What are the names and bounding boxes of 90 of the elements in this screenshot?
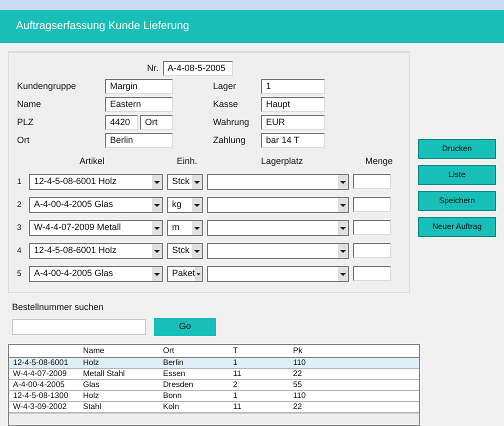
table-cell-text: W-4-4-07-2009 [12, 368, 68, 380]
table-cell-text: 12-4-5-08-6001 [12, 357, 70, 369]
table-cell-text: 11 [232, 368, 242, 380]
combo-box[interactable]: m [167, 220, 203, 236]
text-field[interactable] [353, 243, 391, 258]
line-number: 4 [17, 244, 22, 256]
text-field[interactable]: Berlin [105, 133, 173, 148]
text-field[interactable]: 4420 [105, 115, 138, 130]
table-cell-text: Holz [82, 390, 100, 402]
column-header: Lagerplatz [260, 155, 304, 168]
line-number: 1 [17, 176, 22, 188]
combo-box[interactable] [207, 196, 349, 212]
action-button[interactable]: Liste [418, 165, 496, 185]
column-header: Menge [364, 155, 394, 168]
table-cell-text: 1 [232, 357, 238, 369]
table-row[interactable]: 12-4-5-08-1300 Holz Bonn 1 110 [9, 391, 419, 402]
text-field[interactable]: Eastern [105, 97, 173, 112]
text-field[interactable]: 1 [261, 79, 325, 94]
text-field[interactable]: A-4-08-5-2005 [162, 61, 233, 76]
table-cell-text: 55 [292, 379, 303, 391]
field-label: Kasse [213, 98, 240, 111]
line-number: 5 [17, 268, 22, 280]
field-label: Kundengruppe [17, 80, 78, 93]
field-label: Lager [213, 80, 238, 93]
action-button[interactable]: Neuer Auftrag [418, 217, 496, 237]
table-row[interactable]: 12-4-5-08-6001 Holz Berlin 1 110 [9, 358, 419, 369]
line-number: 2 [17, 198, 22, 210]
table-cell-text: Koln [162, 401, 180, 413]
field-label: PLZ [17, 116, 35, 129]
table-cell-text: Stahl [82, 401, 102, 413]
text-field[interactable]: bar 14 T [261, 133, 325, 148]
table-cell-text: Metall Stahl [82, 368, 126, 380]
search-label: Bestellnummer suchen [12, 300, 105, 314]
order-label: Nr. [147, 62, 159, 75]
table-cell-text: Berlin [162, 357, 184, 369]
table-cell-text: W-4-3-09-2002 [12, 401, 68, 413]
text-field[interactable] [353, 220, 391, 235]
table-header: Pk [292, 345, 304, 357]
action-button[interactable]: Drucken [418, 139, 496, 159]
line-number: 3 [17, 222, 22, 234]
text-field[interactable]: Margin [105, 79, 173, 94]
combo-box[interactable]: A-4-00-4-2005 Glas [29, 196, 163, 212]
table-header: T [232, 345, 239, 357]
column-header: Einh. [176, 155, 198, 168]
search-field[interactable] [12, 319, 146, 335]
combo-box[interactable] [207, 242, 349, 258]
combo-box[interactable]: Stck [167, 242, 203, 258]
search-button[interactable]: Go [154, 318, 216, 336]
text-field[interactable]: EUR [261, 115, 325, 130]
table-row[interactable]: A-4-00-4-2005 Glas Dresden 2 55 [9, 380, 419, 391]
field-label: Wahrung [213, 116, 250, 129]
table-header: Name [82, 345, 106, 357]
combo-box[interactable]: 12-4-5-08-6001 Holz [29, 174, 163, 190]
table-cell-text: 110 [292, 357, 307, 369]
table-header: Ort [162, 345, 176, 357]
combo-box[interactable]: W-4-4-07-2009 Metall [29, 220, 163, 236]
text-field[interactable]: Ort [140, 115, 173, 130]
combo-box[interactable] [207, 266, 349, 282]
combo-box[interactable]: A-4-00-4-2005 Glas [29, 266, 163, 282]
table-cell-text: 11 [232, 401, 242, 413]
window-title: Auftragserfassung Kunde Lieferung [16, 19, 190, 34]
table-row[interactable]: W-4-4-07-2009 Metall Stahl Essen 11 22 [9, 369, 419, 380]
table-cell-text: 12-4-5-08-1300 [12, 390, 70, 402]
combo-box[interactable] [207, 220, 349, 236]
table-cell-text: Holz [82, 357, 100, 369]
action-button[interactable]: Speichern [418, 191, 496, 211]
text-field[interactable] [353, 197, 391, 212]
table-cell-text: 22 [292, 401, 303, 413]
combo-box[interactable]: 12-4-5-08-6001 Holz [29, 242, 163, 258]
combo-box[interactable]: Paket [167, 266, 203, 282]
table-cell-text: 2 [232, 379, 238, 391]
combo-box[interactable]: Stck [167, 174, 203, 190]
table-cell-text: Glas [82, 379, 100, 391]
table-cell-text: 1 [232, 390, 238, 402]
field-label: Zahlung [213, 134, 247, 147]
combo-box[interactable] [207, 174, 349, 190]
field-label: Name [17, 98, 42, 111]
table-cell-text: 110 [292, 390, 307, 402]
table-cell-text: Bonn [162, 390, 183, 402]
combo-box[interactable]: kg [167, 196, 203, 212]
text-field[interactable] [353, 266, 391, 281]
table-cell-text: 22 [292, 368, 303, 380]
horizontal-scrollbar[interactable] [9, 413, 419, 425]
column-header: Artikel [78, 155, 106, 168]
table-cell-text: A-4-00-4-2005 [12, 379, 66, 391]
text-field[interactable] [353, 174, 391, 189]
table-cell-text: Essen [162, 368, 186, 380]
table-cell-text: Dresden [162, 379, 194, 391]
text-field[interactable]: Haupt [261, 97, 325, 112]
field-label: Ort [17, 134, 30, 147]
